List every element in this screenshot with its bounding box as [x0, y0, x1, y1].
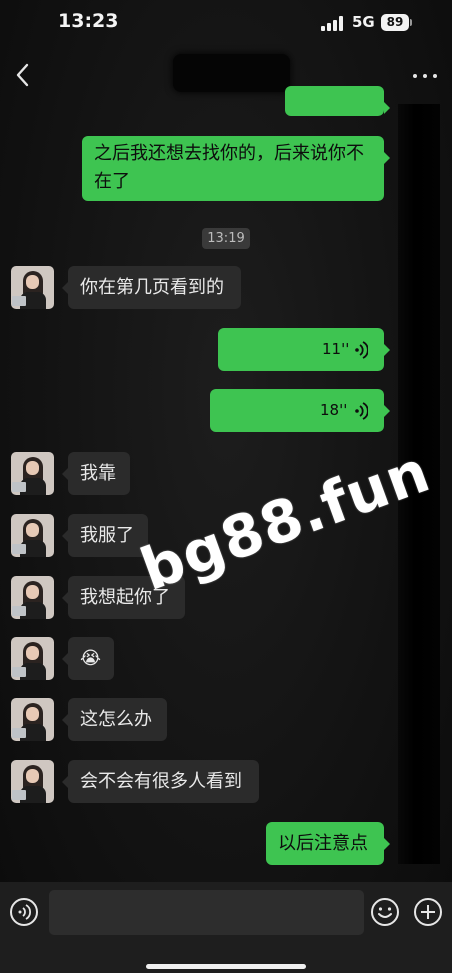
voice-wave-icon [355, 341, 368, 359]
message-incoming[interactable]: 😭 [62, 637, 114, 680]
message-text: 会不会有很多人看到 [80, 771, 242, 792]
contact-name-redacted [173, 54, 290, 92]
message-incoming[interactable]: 你在第几页看到的 [62, 266, 241, 309]
chevron-left-icon[interactable] [12, 60, 36, 90]
watermark-text: bg88.fun [132, 436, 439, 604]
chat-screen: 13:23 5G 89 之后我还想去找你的，后来说你不在了 13:19 你在第几… [0, 0, 452, 973]
message-text: 之后我还想去找你的，后来说你不在了 [94, 143, 364, 192]
message-incoming[interactable]: 会不会有很多人看到 [62, 760, 259, 803]
message-text: 这怎么办 [80, 709, 152, 730]
voice-input-icon[interactable] [9, 897, 39, 927]
battery-tip [410, 19, 412, 26]
voice-duration: 18'' [320, 401, 348, 419]
avatar[interactable] [11, 698, 54, 741]
home-indicator [146, 964, 306, 969]
status-bar: 13:23 5G 89 [0, 0, 452, 48]
plus-icon[interactable] [413, 897, 443, 927]
message-text: 我服了 [80, 525, 134, 546]
message-outgoing[interactable]: 之后我还想去找你的，后来说你不在了 [82, 136, 390, 201]
message-partial-top [285, 86, 390, 116]
message-text: 我靠 [80, 463, 116, 484]
voice-message-outgoing[interactable]: 18'' [210, 389, 390, 432]
signal-icon [321, 15, 343, 31]
voice-wave-icon [355, 402, 368, 420]
avatar[interactable] [11, 637, 54, 680]
message-incoming[interactable]: 我靠 [62, 452, 130, 495]
more-dots-icon[interactable] [411, 66, 439, 86]
message-outgoing[interactable]: 以后注意点 [266, 822, 390, 865]
message-text: 以后注意点 [278, 833, 368, 854]
avatar[interactable] [11, 266, 54, 309]
voice-message-outgoing[interactable]: 11'' [218, 328, 390, 371]
message-incoming[interactable]: 这怎么办 [62, 698, 167, 741]
avatar[interactable] [11, 760, 54, 803]
message-input[interactable] [49, 890, 364, 935]
avatar[interactable] [11, 514, 54, 557]
message-text: 你在第几页看到的 [80, 277, 224, 298]
avatar[interactable] [11, 452, 54, 495]
input-bar [0, 882, 452, 973]
status-time: 13:23 [58, 10, 119, 32]
crying-emoji: 😭 [80, 648, 102, 669]
battery-icon: 89 [381, 14, 409, 31]
voice-duration: 11'' [322, 340, 350, 358]
network-type: 5G [352, 13, 375, 31]
emoji-icon[interactable] [370, 897, 400, 927]
chat-timestamp: 13:19 [202, 228, 250, 249]
avatar[interactable] [11, 576, 54, 619]
chat-header [0, 48, 452, 104]
